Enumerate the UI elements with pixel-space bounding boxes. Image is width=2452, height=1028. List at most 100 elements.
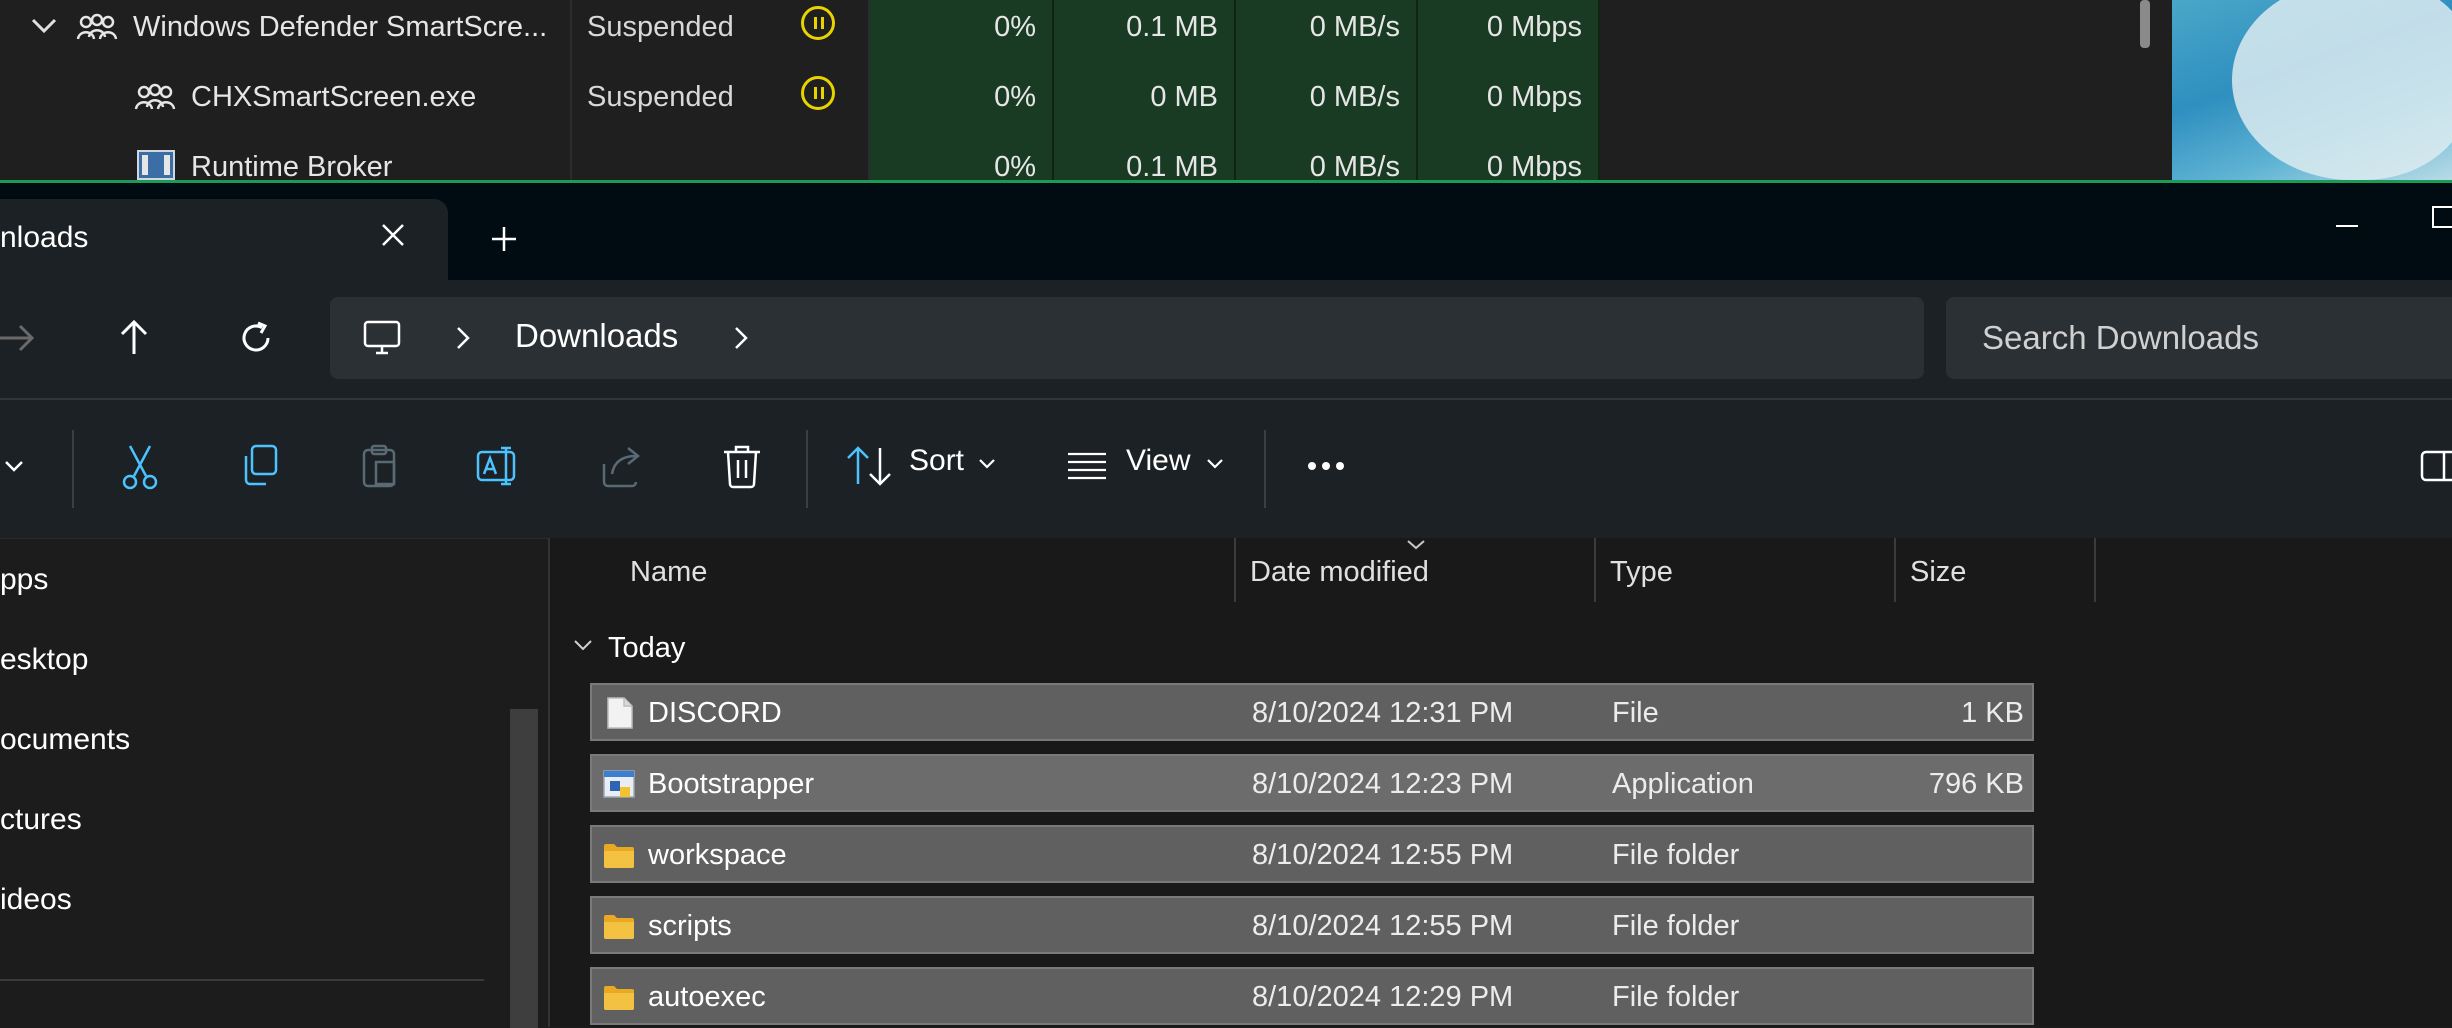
up-arrow-icon[interactable] bbox=[110, 314, 158, 362]
this-pc-icon[interactable] bbox=[362, 319, 402, 357]
more-options-icon[interactable] bbox=[1302, 440, 1354, 492]
navigation-pane: pps esktop ocuments ctures ideos bbox=[0, 538, 548, 1028]
folder-icon bbox=[604, 986, 634, 1010]
nav-item-videos[interactable]: ideos bbox=[0, 883, 72, 917]
file-row[interactable]: DISCORD 8/10/2024 12:31 PM File 1 KB bbox=[590, 683, 2034, 741]
memory-value: 0.1 MB bbox=[1126, 151, 1218, 181]
file-name: scripts bbox=[648, 910, 732, 942]
view-button[interactable]: View bbox=[1126, 444, 1190, 478]
network-value: 0 Mbps bbox=[1486, 151, 1582, 181]
chevron-down-icon[interactable] bbox=[572, 638, 594, 654]
nav-divider bbox=[0, 979, 484, 981]
file-date: 8/10/2024 12:31 PM bbox=[1252, 697, 1514, 729]
scrollbar-thumb[interactable] bbox=[2140, 0, 2150, 48]
file-name: DISCORD bbox=[648, 697, 782, 729]
paste-icon[interactable] bbox=[354, 440, 406, 492]
toolbar-divider bbox=[1264, 430, 1266, 508]
command-bar: Sort View bbox=[0, 398, 2452, 538]
chevron-right-icon[interactable] bbox=[726, 321, 756, 355]
column-header-date[interactable]: Date modified bbox=[1250, 556, 1429, 589]
file-date: 8/10/2024 12:55 PM bbox=[1252, 839, 1514, 871]
share-icon[interactable] bbox=[596, 440, 648, 492]
file-type: File folder bbox=[1612, 981, 1740, 1013]
cpu-value: 0% bbox=[994, 81, 1036, 113]
cpu-value: 0% bbox=[994, 151, 1036, 181]
group-header-today[interactable]: Today bbox=[608, 632, 685, 665]
process-status: Suspended bbox=[587, 11, 734, 43]
chevron-down-icon[interactable] bbox=[1204, 456, 1226, 472]
refresh-icon[interactable] bbox=[232, 314, 280, 362]
sort-button[interactable]: Sort bbox=[909, 444, 964, 478]
process-row[interactable]: Windows Defender SmartScre... Suspended … bbox=[0, 3, 2452, 73]
nav-item-desktop[interactable]: esktop bbox=[0, 643, 88, 677]
cpu-value: 0% bbox=[994, 11, 1036, 43]
process-row[interactable]: Runtime Broker 0% 0.1 MB 0 MB/s 0 Mbps bbox=[0, 143, 2452, 181]
search-input[interactable]: Search Downloads bbox=[1946, 297, 2452, 379]
disk-value: 0 MB/s bbox=[1309, 151, 1400, 181]
sort-icon[interactable] bbox=[844, 440, 896, 492]
nav-item-apps[interactable]: pps bbox=[0, 563, 48, 597]
view-icon[interactable] bbox=[1064, 440, 1116, 492]
chevron-down-icon[interactable] bbox=[976, 456, 998, 472]
disk-value: 0 MB/s bbox=[1309, 11, 1400, 43]
file-size: 796 KB bbox=[1928, 768, 2024, 800]
file-row[interactable]: workspace 8/10/2024 12:55 PM File folder bbox=[590, 825, 2034, 883]
process-name: Windows Defender SmartScre... bbox=[133, 11, 548, 43]
file-type: File bbox=[1612, 697, 1659, 729]
folder-icon bbox=[604, 915, 634, 939]
network-value: 0 Mbps bbox=[1486, 11, 1582, 43]
sort-caret-icon bbox=[1407, 540, 1425, 550]
file-name: Bootstrapper bbox=[648, 768, 815, 800]
suspended-icon bbox=[801, 76, 835, 110]
file-row[interactable]: Bootstrapper 8/10/2024 12:23 PM Applicat… bbox=[590, 754, 2034, 812]
process-name: Runtime Broker bbox=[191, 151, 393, 181]
file-name: autoexec bbox=[648, 981, 766, 1013]
chevron-down-icon[interactable] bbox=[30, 15, 58, 35]
file-row[interactable]: scripts 8/10/2024 12:55 PM File folder bbox=[590, 896, 2034, 954]
window-app-icon bbox=[137, 150, 175, 180]
forward-arrow-icon[interactable] bbox=[0, 314, 40, 362]
column-divider[interactable] bbox=[1594, 538, 1596, 602]
process-group-icon bbox=[76, 13, 118, 40]
column-divider[interactable] bbox=[1234, 538, 1236, 602]
tab-title: nloads bbox=[0, 221, 89, 254]
copy-icon[interactable] bbox=[234, 440, 286, 492]
column-header-name[interactable]: Name bbox=[630, 556, 707, 589]
column-header-size[interactable]: Size bbox=[1910, 556, 1966, 589]
file-type: File folder bbox=[1612, 839, 1740, 871]
address-bar-row: Downloads Search Downloads bbox=[0, 280, 2452, 398]
scrollbar-thumb[interactable] bbox=[510, 709, 538, 1028]
file-date: 8/10/2024 12:29 PM bbox=[1252, 981, 1514, 1013]
maximize-icon[interactable] bbox=[2430, 201, 2452, 231]
network-value: 0 Mbps bbox=[1486, 81, 1582, 113]
chevron-down-icon[interactable] bbox=[0, 448, 32, 484]
nav-item-documents[interactable]: ocuments bbox=[0, 723, 130, 757]
search-placeholder: Search Downloads bbox=[1982, 319, 2259, 356]
address-bar[interactable]: Downloads bbox=[330, 297, 1924, 379]
process-row[interactable]: CHXSmartScreen.exe Suspended 0% 0 MB 0 M… bbox=[0, 73, 2452, 143]
plus-icon[interactable] bbox=[486, 221, 522, 257]
nav-item-pictures[interactable]: ctures bbox=[0, 803, 82, 837]
file-row[interactable]: autoexec 8/10/2024 12:29 PM File folder bbox=[590, 967, 2034, 1025]
memory-value: 0 MB bbox=[1150, 81, 1218, 113]
rename-icon[interactable] bbox=[474, 440, 526, 492]
tab-downloads[interactable]: nloads bbox=[0, 199, 448, 280]
details-pane-icon[interactable] bbox=[2418, 440, 2452, 492]
column-divider[interactable] bbox=[1894, 538, 1896, 602]
file-type: Application bbox=[1612, 768, 1754, 800]
breadcrumb-downloads[interactable]: Downloads bbox=[515, 317, 678, 355]
file-type: File folder bbox=[1612, 910, 1740, 942]
delete-icon[interactable] bbox=[716, 440, 768, 492]
folder-icon bbox=[604, 844, 634, 868]
desktop-wallpaper bbox=[2172, 0, 2452, 181]
column-header-type[interactable]: Type bbox=[1610, 556, 1673, 589]
task-manager-window: Windows Defender SmartScre... Suspended … bbox=[0, 0, 2452, 181]
close-icon[interactable] bbox=[375, 217, 411, 253]
process-name: CHXSmartScreen.exe bbox=[191, 81, 477, 113]
chevron-right-icon[interactable] bbox=[448, 321, 478, 355]
column-divider[interactable] bbox=[2094, 538, 2096, 602]
toolbar-divider bbox=[72, 430, 74, 508]
minimize-icon[interactable] bbox=[2322, 211, 2372, 241]
cut-icon[interactable] bbox=[114, 440, 166, 492]
file-date: 8/10/2024 12:55 PM bbox=[1252, 910, 1514, 942]
